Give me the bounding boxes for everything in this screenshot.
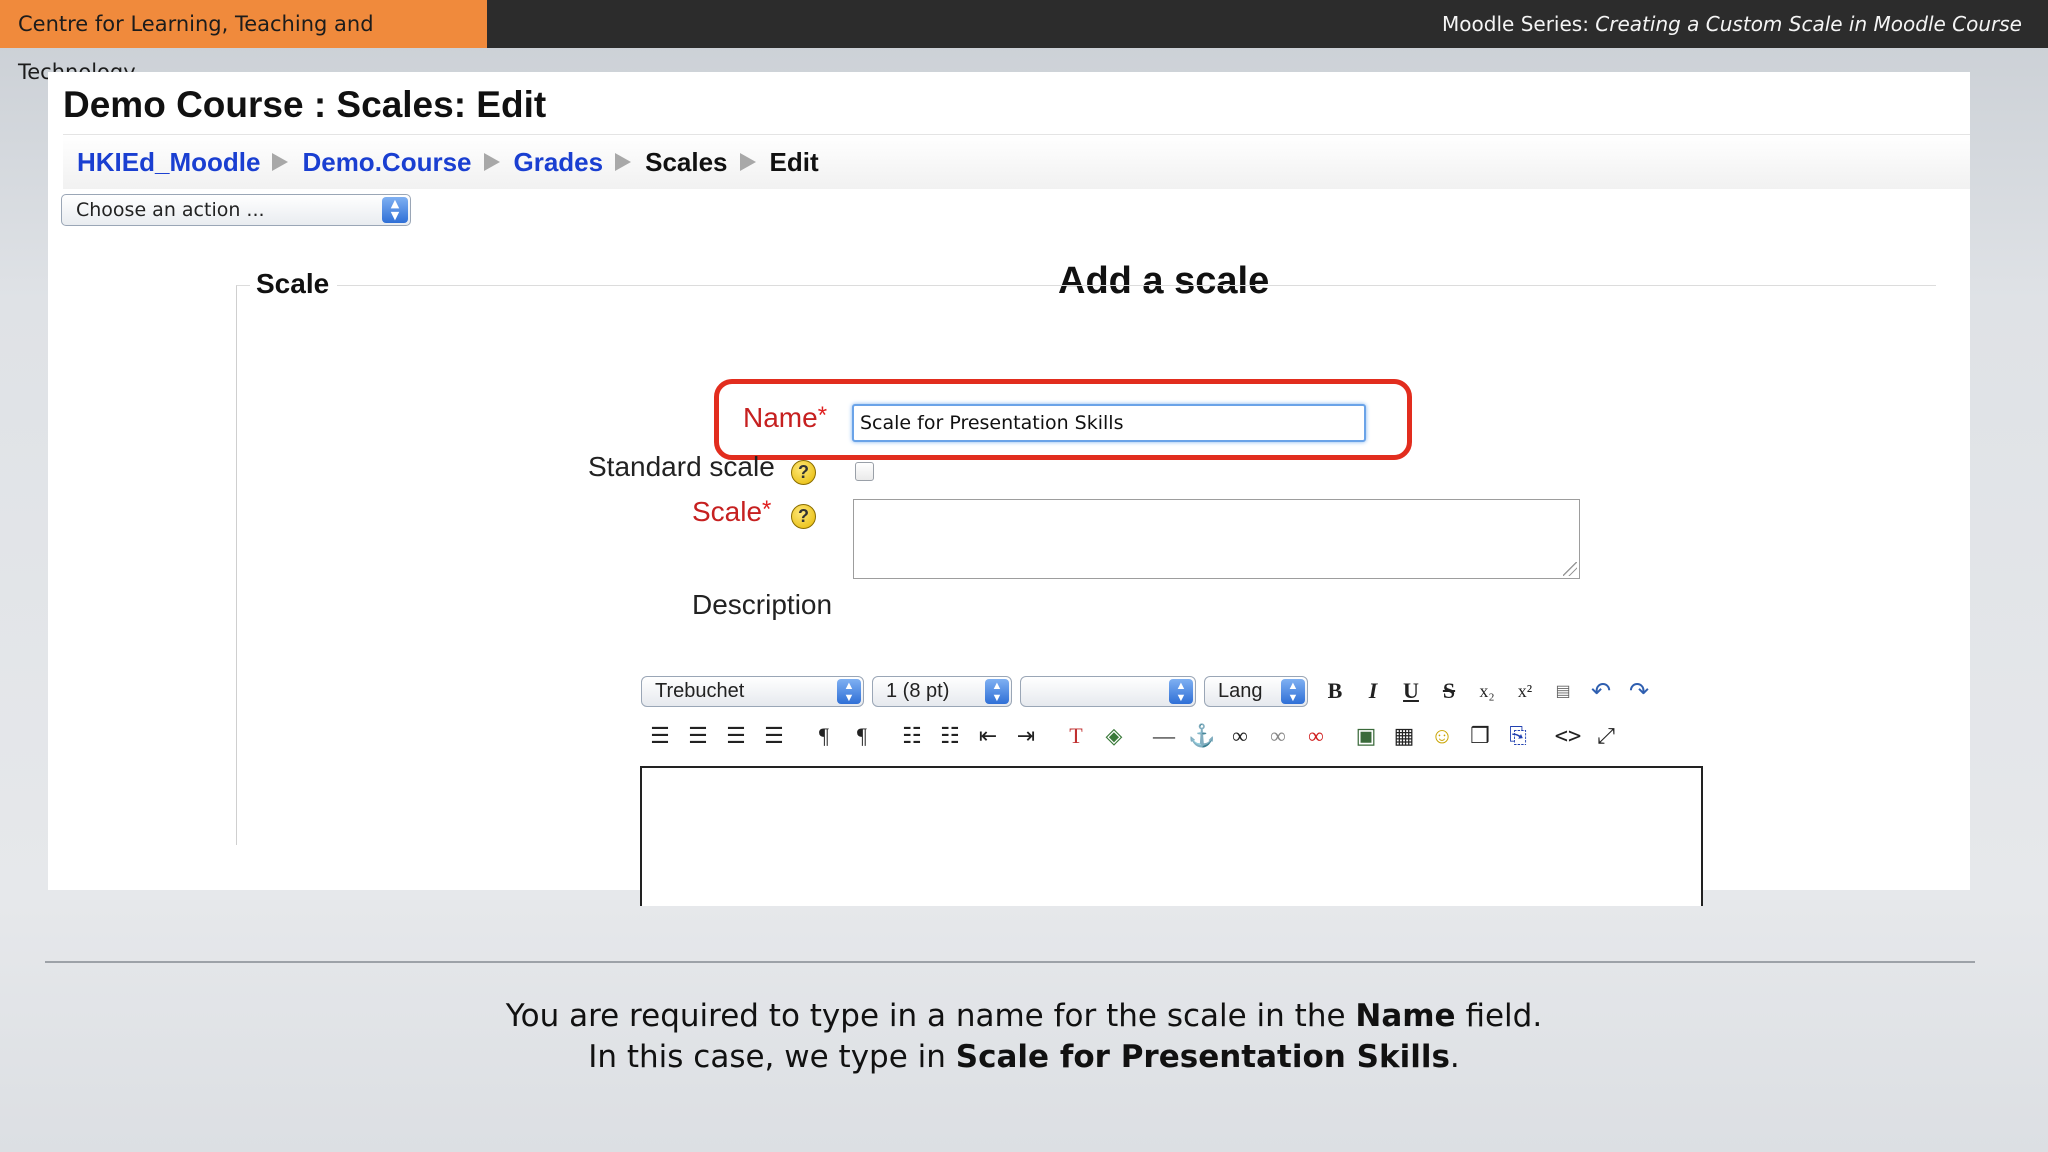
ltr-icon[interactable]: ¶ — [805, 719, 843, 753]
editor-toolbar-row-1: Trebuchet ▲ ▼ 1 (8 pt) ▲ ▼ ▲ ▼ Lang ▲ ▼ B I U S… — [641, 672, 1658, 710]
horizontal-rule-icon[interactable]: — — [1145, 719, 1183, 753]
org-name: Centre for Learning, Teaching and Techno… — [0, 0, 487, 84]
italic-icon[interactable]: I — [1354, 674, 1392, 708]
undo-icon[interactable]: ↶ — [1582, 674, 1620, 708]
series-title: Moodle Series: Creating a Custom Scale i… — [1442, 0, 2022, 48]
link-icon[interactable]: ∞ — [1221, 719, 1259, 753]
indent-icon[interactable]: ⇥ — [1007, 719, 1045, 753]
breadcrumb-demo-course[interactable]: Demo.Course — [302, 147, 471, 178]
bold-icon[interactable]: B — [1316, 674, 1354, 708]
insert-table-icon[interactable]: ▦ — [1385, 719, 1423, 753]
updown-arrows-icon: ▲ ▼ — [382, 197, 408, 223]
breadcrumb-hkied-moodle[interactable]: HKIEd_Moodle — [77, 147, 260, 178]
rtl-icon[interactable]: ¶ — [843, 719, 881, 753]
caption-emphasis: Name — [1355, 998, 1456, 1034]
caption-line-2: In this case, we type in Scale for Prese… — [0, 1037, 2048, 1078]
font-family-value: Trebuchet — [655, 679, 745, 702]
series-prefix: Moodle Series: — [1442, 12, 1596, 36]
caption-divider — [45, 961, 1975, 963]
description-editor[interactable] — [640, 766, 1703, 906]
standard-scale-label: Standard scale — [588, 451, 775, 482]
breadcrumb-arrow-icon — [615, 153, 632, 171]
breadcrumb-arrow-icon — [272, 153, 289, 171]
caption-text: . — [1449, 1039, 1460, 1075]
callout-highlight — [714, 379, 1412, 460]
format-select[interactable]: ▲ ▼ — [1020, 675, 1196, 707]
font-family-select[interactable]: Trebuchet ▲ ▼ — [641, 675, 864, 707]
justify-icon[interactable]: ☰ — [755, 719, 793, 753]
action-dropdown-value: Choose an action ... — [76, 199, 265, 221]
subscript-icon[interactable]: x₂ — [1468, 674, 1506, 708]
breadcrumb-grades[interactable]: Grades — [514, 147, 604, 178]
editor-toolbar-row-2: ☰ ☰ ☰ ☰ ¶ ¶ ☷ ☷ ⇤ ⇥ T ◈ — ⚓ ∞ ∞ ∞ ▣ ▦ ☺ … — [641, 717, 1625, 755]
font-size-select[interactable]: 1 (8 pt) ▲ ▼ — [872, 675, 1012, 707]
fullscreen-icon[interactable]: ⤢ — [1587, 719, 1625, 753]
presentation-header: Centre for Learning, Teaching and Techno… — [0, 0, 2048, 84]
scale-textarea[interactable] — [853, 499, 1580, 579]
strikethrough-icon[interactable]: S — [1430, 674, 1468, 708]
scale-label-text: Scale — [692, 496, 763, 527]
caption-text: In this case, we type in — [588, 1039, 956, 1075]
required-mark: * — [762, 496, 772, 523]
insert-image-icon[interactable]: ▣ — [1347, 719, 1385, 753]
align-right-icon[interactable]: ☰ — [717, 719, 755, 753]
breadcrumb-arrow-icon — [739, 153, 756, 171]
breadcrumb-scales: Scales — [645, 146, 728, 177]
action-dropdown[interactable]: Choose an action ... ▲ ▼ — [61, 194, 411, 226]
breadcrumb-arrow-icon — [483, 153, 500, 171]
html-source-icon[interactable]: <> — [1549, 719, 1587, 753]
underline-icon[interactable]: U — [1392, 674, 1430, 708]
page-title: Demo Course : Scales: Edit — [63, 84, 547, 125]
help-icon[interactable]: ? — [791, 460, 816, 485]
caption-emphasis: Scale for Presentation Skills — [955, 1039, 1450, 1075]
caption-line-1: You are required to type in a name for t… — [0, 996, 2048, 1037]
updown-arrows-icon: ▲ ▼ — [837, 678, 861, 704]
search-replace-icon[interactable]: ⎘ — [1499, 719, 1537, 753]
caption-text: You are required to type in a name for t… — [505, 998, 1356, 1034]
background-color-icon[interactable]: ◈ — [1095, 719, 1133, 753]
updown-arrows-icon: ▲ ▼ — [985, 678, 1009, 704]
lang-value: Lang — [1218, 679, 1263, 702]
smiley-icon[interactable]: ☺ — [1423, 719, 1461, 753]
series-name: Creating a Custom Scale in Moodle Course — [1595, 12, 2022, 36]
scale-label: Scale* — [692, 496, 771, 528]
ordered-list-icon[interactable]: ☷ — [893, 719, 931, 753]
updown-arrows-icon: ▲ ▼ — [1281, 678, 1305, 704]
special-char-icon[interactable]: ❒ — [1461, 719, 1499, 753]
description-label: Description — [692, 589, 833, 620]
help-icon[interactable]: ? — [791, 504, 816, 529]
standard-scale-checkbox[interactable] — [855, 462, 874, 481]
unlink-icon[interactable]: ∞ — [1259, 719, 1297, 753]
redo-icon[interactable]: ↷ — [1620, 674, 1658, 708]
outdent-icon[interactable]: ⇤ — [969, 719, 1007, 753]
narration-caption: You are required to type in a name for t… — [0, 996, 2048, 1078]
lang-select[interactable]: Lang ▲ ▼ — [1204, 675, 1308, 707]
caption-text: field. — [1455, 998, 1543, 1034]
align-center-icon[interactable]: ☰ — [679, 719, 717, 753]
paste-word-icon[interactable]: ▤ — [1544, 674, 1582, 708]
updown-arrows-icon: ▲ ▼ — [1169, 678, 1193, 704]
superscript-icon[interactable]: x² — [1506, 674, 1544, 708]
breadcrumb: HKIEd_Moodle Demo.Course Grades Scales E… — [63, 134, 1970, 189]
breadcrumb-edit: Edit — [769, 146, 819, 177]
align-left-icon[interactable]: ☰ — [641, 719, 679, 753]
resize-grip-icon[interactable] — [1563, 562, 1577, 576]
fieldset-legend: Scale — [250, 268, 338, 300]
anchor-icon[interactable]: ⚓ — [1183, 719, 1221, 753]
font-size-value: 1 (8 pt) — [886, 679, 950, 702]
nolink-icon[interactable]: ∞ — [1297, 719, 1335, 753]
text-color-icon[interactable]: T — [1057, 719, 1095, 753]
unordered-list-icon[interactable]: ☷ — [931, 719, 969, 753]
